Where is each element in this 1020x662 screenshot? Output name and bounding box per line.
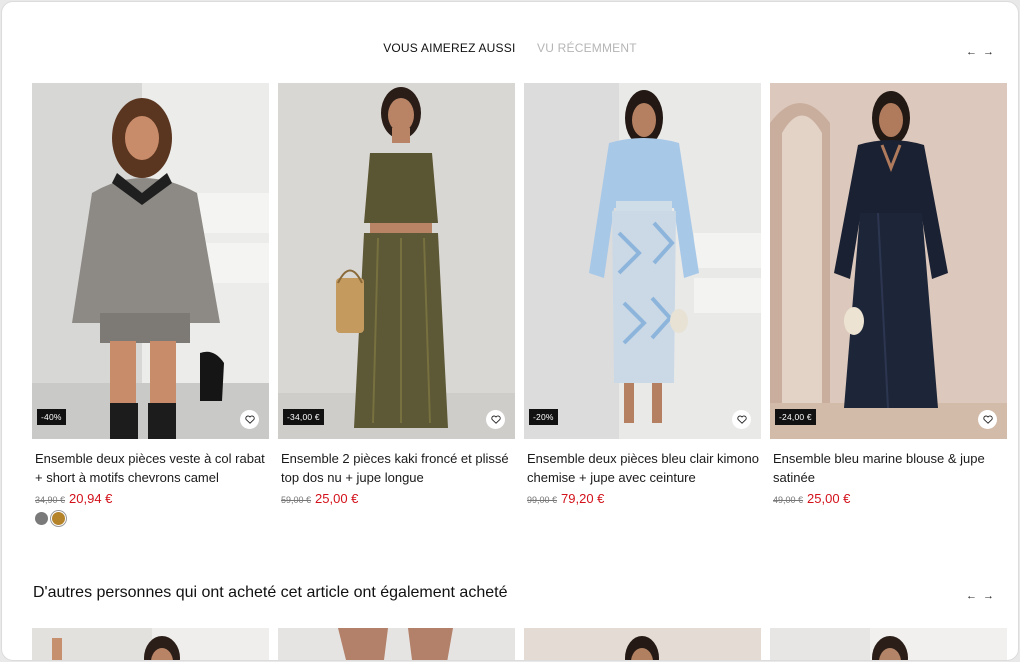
product-image[interactable] [770,628,1007,660]
sale-price: 79,20 € [561,491,605,506]
tab-you-may-also-like[interactable]: VOUS AIMEREZ AUSSI [383,41,515,55]
product-image[interactable]: -34,00 € [278,83,515,439]
discount-badge: -20% [529,409,558,425]
carousel-nav-2: ← → [966,591,994,602]
swatch-camel[interactable] [52,512,65,525]
arrow-left-icon[interactable]: ← [966,591,977,602]
product-name[interactable]: Ensemble deux pièces veste à col rabat +… [32,449,269,487]
product-carousel-2 [32,628,1007,660]
product-card[interactable]: -34,00 € Ensemble 2 pièces kaki froncé e… [278,83,515,525]
product-card[interactable]: -24,00 € Ensemble bleu marine blouse & j… [770,83,1007,525]
product-image[interactable]: -40% [32,83,269,439]
sale-price: 25,00 € [315,491,359,506]
wishlist-button[interactable] [486,410,505,429]
color-swatches [32,512,269,525]
wishlist-button[interactable] [978,410,997,429]
sale-price: 20,94 € [69,491,113,506]
recommendations-panel: VOUS AIMEREZ AUSSI VU RÉCEMMENT ← → -40%… [1,1,1019,661]
tab-bar: VOUS AIMEREZ AUSSI VU RÉCEMMENT [2,41,1018,55]
product-image[interactable] [278,628,515,660]
product-price: 99,00 € 79,20 € [524,491,761,506]
section-title-others-bought: D'autres personnes qui ont acheté cet ar… [33,584,508,601]
product-price: 59,00 € 25,00 € [278,491,515,506]
product-name[interactable]: Ensemble bleu marine blouse & jupe satin… [770,449,1007,487]
product-card[interactable]: -40% Ensemble deux pièces veste à col ra… [32,83,269,525]
discount-badge: -24,00 € [775,409,816,425]
product-image[interactable] [32,628,269,660]
arrow-left-icon[interactable]: ← [966,47,977,58]
swatch-grey[interactable] [35,512,48,525]
discount-badge: -34,00 € [283,409,324,425]
sale-price: 25,00 € [807,491,851,506]
original-price: 59,00 € [281,495,312,505]
discount-badge: -40% [37,409,66,425]
tab-recently-viewed[interactable]: VU RÉCEMMENT [537,41,637,55]
product-name[interactable]: Ensemble 2 pièces kaki froncé et plissé … [278,449,515,487]
product-card[interactable]: -20% Ensemble deux pièces bleu clair kim… [524,83,761,525]
original-price: 34,90 € [35,495,66,505]
original-price: 99,00 € [527,495,558,505]
product-image[interactable] [524,628,761,660]
product-image[interactable]: -20% [524,83,761,439]
heart-icon [736,415,747,424]
product-name[interactable]: Ensemble deux pièces bleu clair kimono c… [524,449,761,487]
product-price: 49,00 € 25,00 € [770,491,1007,506]
heart-icon [490,415,501,424]
heart-icon [982,415,993,424]
wishlist-button[interactable] [732,410,751,429]
original-price: 49,00 € [773,495,804,505]
arrow-right-icon[interactable]: → [983,591,994,602]
heart-icon [244,415,255,424]
arrow-right-icon[interactable]: → [983,47,994,58]
wishlist-button[interactable] [240,410,259,429]
product-price: 34,90 € 20,94 € [32,491,269,506]
product-image[interactable]: -24,00 € [770,83,1007,439]
product-carousel: -40% Ensemble deux pièces veste à col ra… [32,83,1007,525]
carousel-nav: ← → [966,47,994,58]
